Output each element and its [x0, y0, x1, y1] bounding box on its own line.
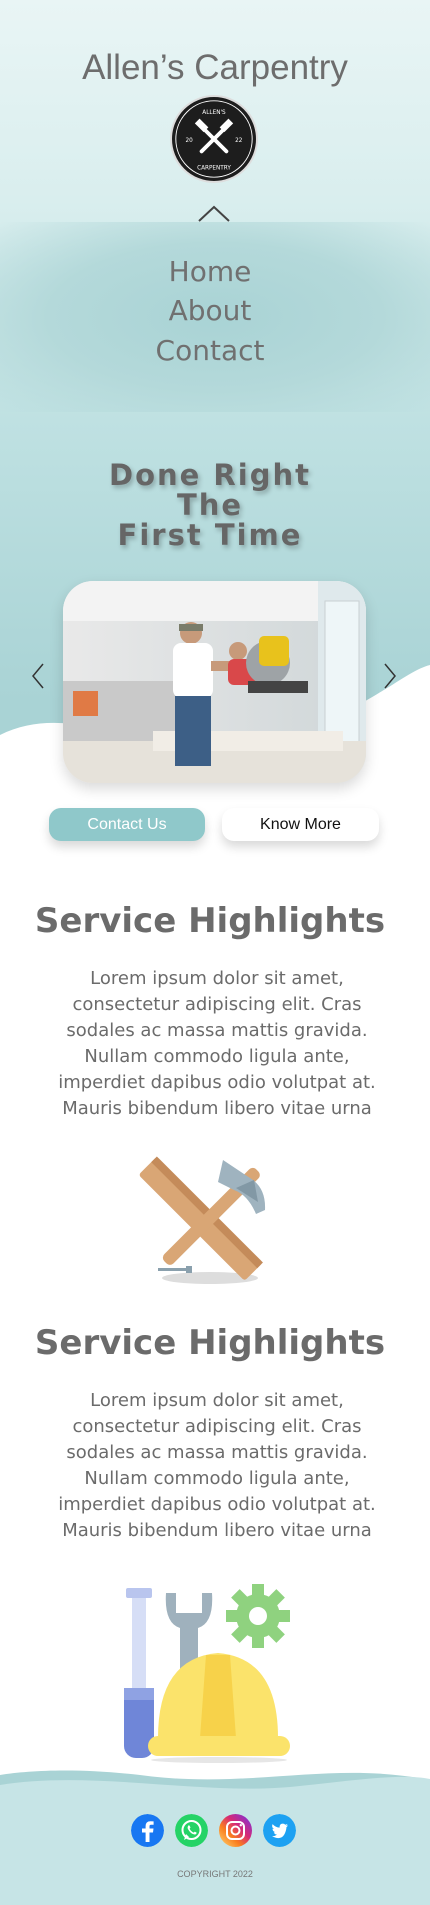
footer [0, 1776, 430, 1905]
carpenters-photo [63, 581, 366, 783]
hero-title-line-3: First Time [117, 518, 303, 552]
nav-link-home[interactable]: Home [0, 255, 420, 288]
contact-us-button[interactable]: Contact Us [49, 808, 205, 841]
tools-and-helmet-icon [124, 1584, 290, 1763]
know-more-button[interactable]: Know More [222, 808, 379, 841]
section-title: Service Highlights [34, 901, 386, 941]
nav-link-contact[interactable]: Contact [0, 334, 420, 367]
facebook-icon[interactable] [131, 1814, 164, 1847]
chevron-right-icon[interactable] [382, 662, 398, 690]
section-body: Lorem ipsum dolor sit amet, consectetur … [58, 968, 376, 1119]
logo[interactable]: ALLEN'S CARPENTRY 20 22 [170, 95, 258, 183]
hero-title-line-1: Done Right [109, 458, 311, 492]
hammer-logo-icon: ALLEN'S CARPENTRY 20 22 [175, 100, 253, 178]
whatsapp-icon[interactable] [175, 1814, 208, 1847]
copyright-text: COPYRIGHT 2022 [177, 1869, 253, 1879]
section-title: Service Highlights [34, 1323, 386, 1363]
site-title[interactable]: Allen’s Carpentry [0, 48, 430, 88]
logo-year-left: 20 [186, 138, 194, 144]
hero-title-line-2: The [176, 488, 244, 522]
hero-title: Done Right The First Time [0, 460, 420, 550]
logo-text-top: ALLEN'S [202, 110, 226, 116]
chevron-left-icon[interactable] [30, 662, 46, 690]
instagram-icon[interactable] [219, 1814, 252, 1847]
carousel-image[interactable] [63, 581, 366, 783]
logo-text-bottom: CARPENTRY [197, 166, 231, 172]
nav-link-about[interactable]: About [0, 294, 420, 327]
logo-year-right: 22 [235, 138, 243, 144]
section-body: Lorem ipsum dolor sit amet, consectetur … [58, 1390, 376, 1541]
twitter-icon[interactable] [263, 1814, 296, 1847]
hammer-and-plank-icon [139, 1156, 266, 1284]
